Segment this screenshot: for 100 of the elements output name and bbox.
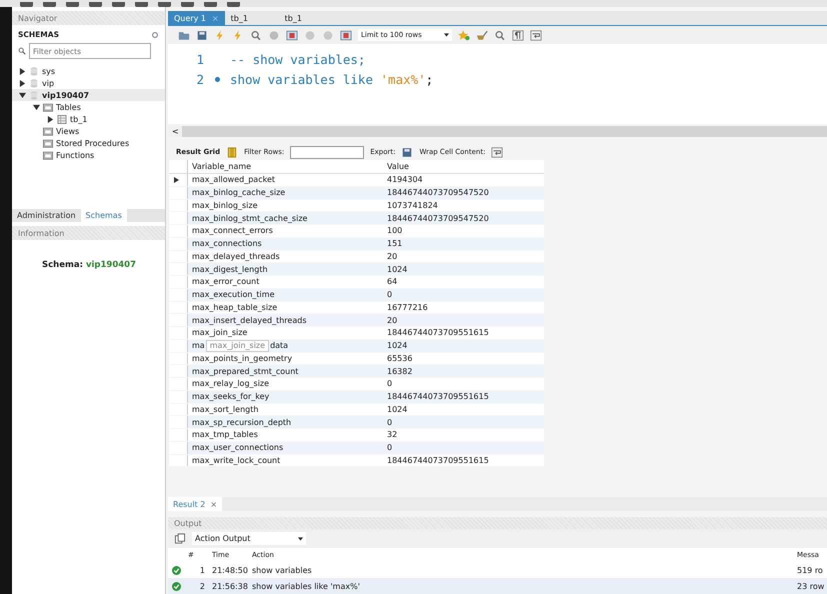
toolbar-icon[interactable] <box>181 2 194 7</box>
toolbar-icon[interactable] <box>158 2 171 7</box>
folder-icon[interactable] <box>178 30 190 40</box>
editor-tab[interactable]: Query 1 × <box>168 11 225 25</box>
table-cell-text: 20 <box>386 252 398 261</box>
table-cell: ma <box>192 341 205 350</box>
table-cell: max_binlog_size <box>192 200 258 210</box>
table-cell-text: 16777216 <box>386 302 429 312</box>
toolbar-icon[interactable] <box>112 2 125 7</box>
stop-icon[interactable] <box>268 30 280 40</box>
table-cell: max_insert_delayed_threads <box>192 316 306 325</box>
table-cell: max_connect_errors <box>192 226 273 236</box>
wrap-icon[interactable] <box>530 30 542 40</box>
table-cell-text: 0 <box>386 418 394 427</box>
pilcrow-icon[interactable] <box>512 30 524 40</box>
toolbar-icon[interactable] <box>204 2 217 7</box>
table-cell: 23 row <box>797 582 824 590</box>
column-header[interactable]: Value <box>383 162 544 171</box>
brush-icon[interactable] <box>476 30 488 40</box>
toolbar-icon[interactable] <box>89 2 102 7</box>
output-row[interactable]: 2 21:56:38 show variables like 'max%' 23 row <box>168 578 827 594</box>
table-cell-text: 1073741824 <box>386 200 439 210</box>
copy-icon[interactable] <box>174 533 186 544</box>
caret-icon[interactable] <box>298 536 303 540</box>
database-icon <box>29 66 39 76</box>
panel-title: Output <box>174 518 202 528</box>
star-icon[interactable] <box>458 30 470 40</box>
table-cell: max_connections <box>192 239 262 248</box>
panel-title: Information <box>18 228 64 238</box>
tree-item[interactable]: vip190407 <box>12 89 165 101</box>
editor-tab[interactable]: tb_1 <box>278 11 333 25</box>
table-cell-text: show variables like 'max%' <box>252 582 361 590</box>
table-cell: data <box>270 341 288 350</box>
collapse-triangle-icon[interactable] <box>18 92 26 98</box>
tree-item[interactable]: Functions <box>12 149 165 161</box>
horizontal-scrollbar[interactable]: < <box>168 126 827 137</box>
panel-tab[interactable]: Schemas <box>80 209 127 222</box>
toggle-icon[interactable] <box>286 30 298 40</box>
table-cell-text: 1 <box>198 566 206 574</box>
table-icon <box>57 114 67 124</box>
close-icon[interactable]: × <box>210 500 218 508</box>
tree-item[interactable]: sys <box>12 65 165 77</box>
refresh-icon[interactable] <box>151 30 159 38</box>
table-cell: max_delayed_threads <box>192 252 280 261</box>
table-cell-text: 18446744073709551615 <box>386 456 490 465</box>
tree-item[interactable]: Views <box>12 125 165 137</box>
toolbar-icon[interactable] <box>227 2 240 7</box>
check-circle-icon[interactable] <box>304 30 316 40</box>
table-cell-text: 18446744073709551615 <box>386 392 490 402</box>
table-cell: max_relay_log_size <box>192 379 270 388</box>
table-cell-text: 18446744073709547520 <box>386 214 490 223</box>
table-cell: max_execution_time <box>192 290 274 300</box>
tree-item[interactable]: Tables <box>12 101 165 113</box>
tree-item[interactable]: vip <box>12 77 165 89</box>
table-cell: max_binlog_stmt_cache_size <box>192 214 308 223</box>
line-number: 1 <box>195 52 204 66</box>
table-cell: max_seeks_for_key <box>192 392 270 402</box>
magnifier-icon[interactable] <box>250 30 262 40</box>
collapse-triangle-icon[interactable] <box>32 104 40 110</box>
filter-rows-field[interactable] <box>290 146 364 158</box>
result-tab[interactable]: Result 2 × <box>168 497 222 511</box>
save-icon[interactable] <box>401 146 414 158</box>
table-cell-text: 1024 <box>386 404 408 414</box>
column-header[interactable]: Variable_name <box>188 162 383 171</box>
output-row[interactable]: 1 21:48:50 show variables 519 ro <box>168 562 827 578</box>
table-cell-text: 151 <box>386 239 404 248</box>
panel-title: Navigator <box>18 14 58 22</box>
toolbar-icon[interactable] <box>135 2 148 7</box>
search-icon <box>18 47 26 55</box>
tree-item[interactable]: tb_1 <box>12 113 165 125</box>
table-cell-text: 4194304 <box>386 175 424 184</box>
toolbar-icon[interactable] <box>66 2 79 7</box>
table-cell-text: show variables <box>252 566 313 574</box>
wrap-icon[interactable] <box>491 146 504 158</box>
table-cell: max_tmp_tables <box>192 430 258 440</box>
table-cell-text: 0 <box>386 379 394 388</box>
table-cell: max_digest_length <box>192 264 268 274</box>
table-cell-text: 0 <box>386 290 394 300</box>
toolbar-icon[interactable] <box>20 2 33 7</box>
expand-triangle-icon[interactable] <box>46 116 54 122</box>
table-cell-text: 21:48:50 <box>211 566 249 574</box>
table-cell-text: 1024 <box>386 341 408 350</box>
toggle-icon[interactable] <box>340 30 352 40</box>
scroll-left-button[interactable]: < <box>168 126 182 137</box>
table-cell-text: 1024 <box>386 264 408 274</box>
table-cell-text: 18446744073709547520 <box>386 188 490 198</box>
output-type-dropdown[interactable]: Action Output <box>192 532 306 545</box>
expand-triangle-icon[interactable] <box>18 80 26 86</box>
save-icon[interactable] <box>196 30 208 40</box>
table-cell: max_error_count <box>192 277 260 286</box>
expand-triangle-icon[interactable] <box>18 68 26 74</box>
schema-name: vip190407 <box>86 260 136 270</box>
sql-editor[interactable]: 1 -- show variables; 2 show variables like 'max%'; <box>168 44 827 124</box>
editor-tab[interactable]: tb_1 <box>224 11 279 25</box>
toolbar-icon[interactable] <box>43 2 56 7</box>
caret-icon[interactable] <box>444 33 449 37</box>
tree-item[interactable]: Stored Procedures <box>12 137 165 149</box>
columns-icon[interactable] <box>226 146 238 158</box>
table-cell-text: 16382 <box>386 366 414 376</box>
search-icon[interactable] <box>494 30 506 40</box>
